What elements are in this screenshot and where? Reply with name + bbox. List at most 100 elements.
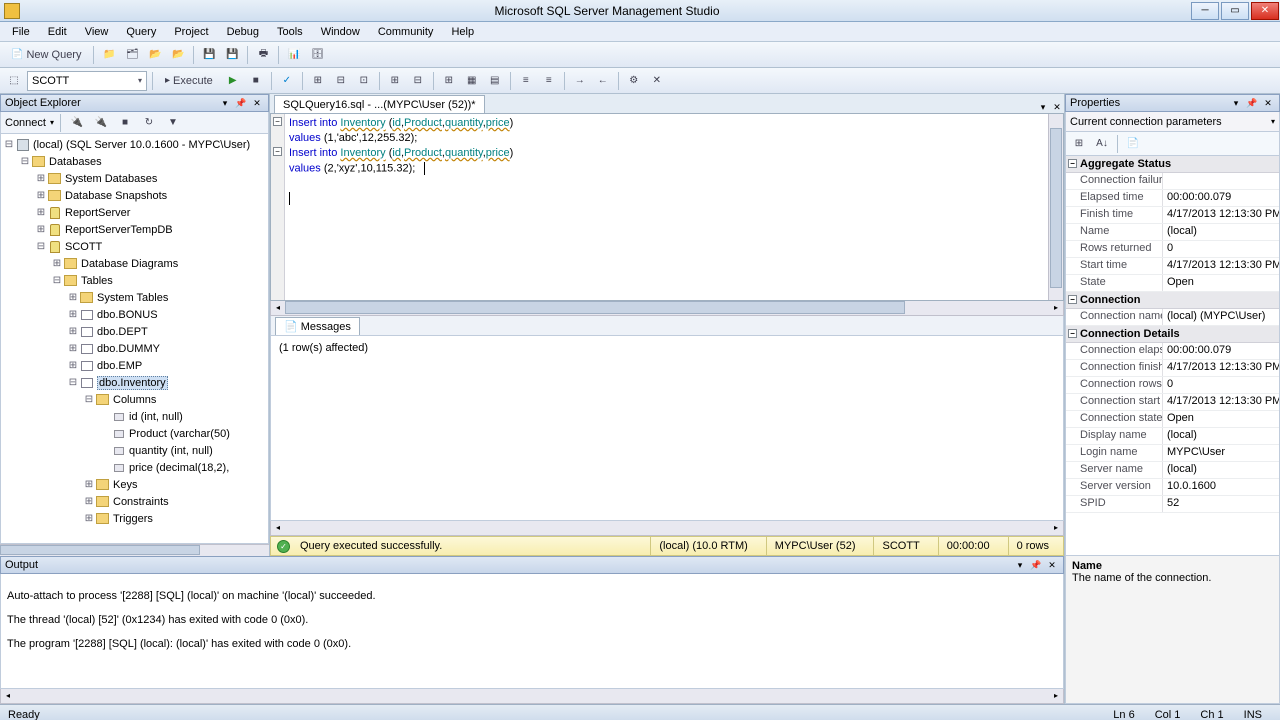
systables-node[interactable]: System Tables (97, 292, 168, 304)
menu-window[interactable]: Window (313, 24, 368, 40)
dropdown-icon[interactable]: ▾ (1229, 96, 1243, 110)
include-stats-button[interactable]: ⊟ (408, 71, 428, 91)
indent-button[interactable]: → (570, 71, 590, 91)
menu-debug[interactable]: Debug (219, 24, 267, 40)
editor-tab[interactable]: SQLQuery16.sql - ...(MYPC\User (52))* (274, 95, 485, 113)
execute-button[interactable]: ▸ Execute (158, 71, 220, 91)
alphabetical-button[interactable]: A↓ (1092, 134, 1112, 154)
fold-icon[interactable]: − (273, 117, 282, 126)
output-hscrollbar[interactable]: ◂ ▸ (0, 689, 1064, 704)
comment-button[interactable]: ≡ (516, 71, 536, 91)
estimated-plan-button[interactable]: ⊞ (308, 71, 328, 91)
triggers-node[interactable]: Triggers (113, 513, 153, 525)
debug-button[interactable]: ▶ (223, 71, 243, 91)
dropdown-icon[interactable]: ▾ (1013, 558, 1027, 572)
dummy-node[interactable]: dbo.DUMMY (97, 343, 160, 355)
props-subtitle[interactable]: Current connection parameters ▾ (1065, 112, 1280, 132)
pin-icon[interactable]: 📌 (1029, 558, 1043, 572)
col-id-node[interactable]: id (int, null) (129, 411, 183, 423)
dbsnap-node[interactable]: Database Snapshots (65, 190, 167, 202)
dropdown-icon[interactable]: ▾ (218, 96, 232, 110)
rstmp-node[interactable]: ReportServerTempDB (65, 224, 173, 236)
menu-project[interactable]: Project (166, 24, 216, 40)
close-icon[interactable]: ✕ (1261, 96, 1275, 110)
open-folder2-button[interactable]: 📂 (168, 45, 188, 65)
menu-view[interactable]: View (77, 24, 117, 40)
disconnect-button[interactable]: 🔌 (91, 113, 111, 133)
chevron-down-icon[interactable]: ▾ (50, 118, 54, 127)
fold-icon[interactable]: − (273, 147, 282, 156)
columns-node[interactable]: Columns (113, 394, 156, 406)
tables-node[interactable]: Tables (81, 275, 113, 287)
db-dropdown-icon[interactable]: ⬚ (4, 71, 24, 91)
menu-query[interactable]: Query (118, 24, 164, 40)
sql-editor[interactable]: − − Insert into Inventory (id,Product,qu… (270, 113, 1064, 301)
menu-community[interactable]: Community (370, 24, 442, 40)
scott-node[interactable]: SCOTT (65, 241, 102, 253)
cancel-query-button[interactable]: ✕ (647, 71, 667, 91)
bonus-node[interactable]: dbo.BONUS (97, 309, 158, 321)
sysdb-node[interactable]: System Databases (65, 173, 157, 185)
col-product-node[interactable]: Product (varchar(50) (129, 428, 230, 440)
emp-node[interactable]: dbo.EMP (97, 360, 142, 372)
rs-node[interactable]: ReportServer (65, 207, 130, 219)
editor-hscrollbar[interactable]: ◂ ▸ (270, 301, 1064, 316)
dept-node[interactable]: dbo.DEPT (97, 326, 148, 338)
menu-tools[interactable]: Tools (269, 24, 311, 40)
results-grid-button[interactable]: ▦ (462, 71, 482, 91)
uncomment-button[interactable]: ≡ (539, 71, 559, 91)
save-all-button[interactable]: 💾 (222, 45, 242, 65)
specify-values-button[interactable]: ⚙ (624, 71, 644, 91)
scroll-left-icon[interactable]: ◂ (1, 689, 15, 702)
minimize-button[interactable]: ─ (1191, 2, 1219, 20)
explorer-hscrollbar[interactable] (0, 544, 269, 556)
intellisense-button[interactable]: ⊡ (354, 71, 374, 91)
close-icon[interactable]: ✕ (250, 96, 264, 110)
menu-help[interactable]: Help (443, 24, 482, 40)
menu-file[interactable]: File (4, 24, 38, 40)
stop-button[interactable]: ■ (115, 113, 135, 133)
output-body[interactable]: Auto-attach to process '[2288] [SQL] (lo… (0, 574, 1064, 689)
keys-node[interactable]: Keys (113, 479, 137, 491)
scroll-right-icon[interactable]: ▸ (1049, 301, 1063, 314)
registered-button[interactable]: 🗄 (307, 45, 327, 65)
databases-node[interactable]: Databases (49, 156, 102, 168)
close-button[interactable]: ✕ (1251, 2, 1279, 20)
query-options-button[interactable]: ⊟ (331, 71, 351, 91)
inventory-node[interactable]: dbo.Inventory (97, 376, 168, 390)
messages-tab[interactable]: 📄Messages (275, 317, 360, 335)
categorized-button[interactable]: ⊞ (1069, 134, 1089, 154)
database-combo[interactable]: SCOTT▾ (27, 71, 147, 91)
col-price-node[interactable]: price (decimal(18,2), (129, 462, 229, 474)
object-tree[interactable]: ⊟(local) (SQL Server 10.0.1600 - MYPC\Us… (0, 134, 269, 544)
close-icon[interactable]: ✕ (1045, 558, 1059, 572)
print-button[interactable]: 🖶 (253, 45, 273, 65)
editor-vscrollbar[interactable] (1048, 114, 1063, 300)
filter-button[interactable]: ▼ (163, 113, 183, 133)
menu-edit[interactable]: Edit (40, 24, 75, 40)
messages-pane[interactable]: (1 row(s) affected) (270, 336, 1064, 521)
save-button[interactable]: 💾 (199, 45, 219, 65)
diagrams-node[interactable]: Database Diagrams (81, 258, 178, 270)
open-button[interactable]: 📁 (99, 45, 119, 65)
open-db-button[interactable]: 🗂 (122, 45, 142, 65)
pin-icon[interactable]: 📌 (234, 96, 248, 110)
outdent-button[interactable]: ← (593, 71, 613, 91)
scroll-right-icon[interactable]: ▸ (1049, 521, 1063, 534)
constraints-node[interactable]: Constraints (113, 496, 169, 508)
server-node[interactable]: (local) (SQL Server 10.0.1600 - MYPC\Use… (33, 139, 250, 151)
maximize-button[interactable]: ▭ (1221, 2, 1249, 20)
refresh-button[interactable]: ↻ (139, 113, 159, 133)
tab-close-icon[interactable]: ✕ (1050, 102, 1064, 113)
open-folder-button[interactable]: 📂 (145, 45, 165, 65)
property-pages-button[interactable]: 📄 (1123, 134, 1143, 154)
include-plan-button[interactable]: ⊞ (385, 71, 405, 91)
pin-icon[interactable]: 📌 (1245, 96, 1259, 110)
new-query-button[interactable]: 📄 New Query (4, 45, 88, 65)
scroll-left-icon[interactable]: ◂ (271, 301, 285, 314)
results-file-button[interactable]: ▤ (485, 71, 505, 91)
tab-dropdown-icon[interactable]: ▾ (1036, 102, 1050, 113)
scroll-right-icon[interactable]: ▸ (1049, 689, 1063, 702)
connect-button[interactable]: 🔌 (67, 113, 87, 133)
scroll-left-icon[interactable]: ◂ (271, 521, 285, 534)
